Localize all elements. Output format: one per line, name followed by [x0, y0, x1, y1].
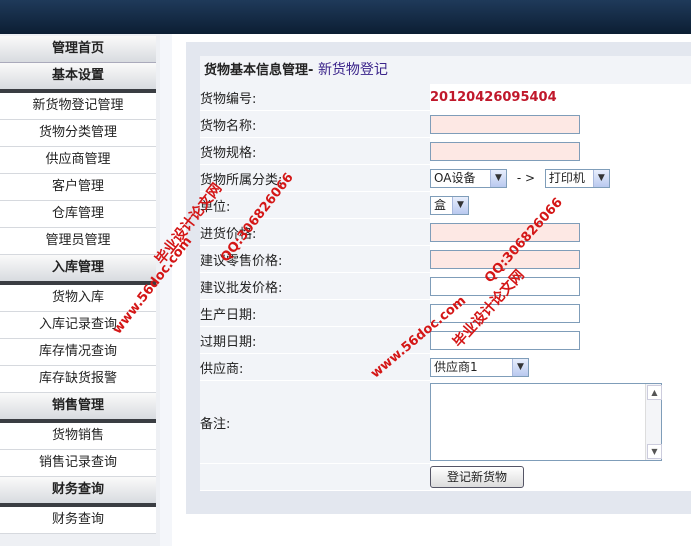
goods-spec-input[interactable]	[430, 141, 580, 161]
unit-select-value: 盒	[434, 197, 447, 212]
sidebar-item-shortage[interactable]: 库存缺货报警	[0, 366, 156, 393]
subcategory-select-value: 打印机	[548, 170, 585, 185]
remark-label: 备注:	[200, 380, 430, 464]
sidebar-item-new-goods[interactable]: 新货物登记管理	[0, 93, 156, 120]
sidebar-item-sale-records[interactable]: 销售记录查询	[0, 450, 156, 477]
category-label: 货物所属分类:	[200, 164, 430, 192]
sidebar-item-admin[interactable]: 管理员管理	[0, 228, 156, 255]
scroll-up-icon[interactable]: ▲	[647, 385, 662, 400]
remark-textarea[interactable]: ▲ ▼	[430, 383, 662, 461]
sidebar-item-category[interactable]: 货物分类管理	[0, 120, 156, 147]
chevron-down-icon: ▼	[490, 169, 506, 187]
form-row-exp-date: 过期日期:	[200, 326, 691, 354]
register-goods-button[interactable]: 登记新货物	[430, 466, 525, 488]
form-row-retail-price: 建议零售价格:	[200, 245, 691, 273]
goods-form: 货物编号: 20120426095404 货物名称: 货物规格: 货物所属分类:…	[200, 84, 691, 491]
chevron-down-icon: ▼	[512, 358, 528, 376]
chevron-down-icon: ▼	[452, 196, 468, 214]
category-select-value: OA设备	[434, 170, 476, 185]
form-row-wholesale-price: 建议批发价格:	[200, 272, 691, 300]
subcategory-select[interactable]: 打印机 ▼	[544, 168, 610, 188]
goods-form-panel: 货物基本信息管理- 新货物登记 货物编号: 20120426095404 货物名…	[200, 56, 691, 491]
panel-subtitle: 新货物登记	[317, 62, 388, 78]
spec-label: 货物规格:	[200, 137, 430, 165]
sidebar-item-supplier[interactable]: 供应商管理	[0, 147, 156, 174]
form-row-code: 货物编号: 20120426095404	[200, 84, 691, 111]
sidebar-section-finance[interactable]: 财务查询	[0, 477, 156, 507]
supplier-select-value: 供应商1	[434, 359, 478, 374]
mfg-date-label: 生产日期:	[200, 299, 430, 327]
panel-title-separator: -	[308, 63, 318, 78]
form-row-remark: 备注: ▲ ▼	[200, 380, 691, 464]
name-label: 货物名称:	[200, 110, 430, 138]
wholesale-price-label: 建议批发价格:	[200, 272, 430, 300]
purchase-price-input[interactable]	[430, 222, 580, 242]
scroll-down-icon[interactable]: ▼	[647, 444, 662, 459]
top-banner	[0, 0, 691, 34]
sidebar-item-goods-sale[interactable]: 货物销售	[0, 423, 156, 450]
sidebar-section-basic[interactable]: 基本设置	[0, 63, 156, 93]
panel-title-main: 货物基本信息管理	[204, 63, 309, 78]
main-content: 货物基本信息管理- 新货物登记 货物编号: 20120426095404 货物名…	[186, 42, 691, 514]
sidebar-item-inventory[interactable]: 库存情况查询	[0, 339, 156, 366]
form-row-name: 货物名称:	[200, 110, 691, 138]
remark-scrollbar[interactable]: ▲ ▼	[645, 384, 662, 460]
form-row-supplier: 供应商: 供应商1 ▼	[200, 353, 691, 381]
code-label: 货物编号:	[200, 84, 430, 111]
sidebar: 管理首页 基本设置 新货物登记管理 货物分类管理 供应商管理 客户管理 仓库管理…	[0, 34, 160, 546]
form-row-purchase-price: 进货价格:	[200, 218, 691, 246]
panel-title: 货物基本信息管理- 新货物登记	[200, 56, 691, 84]
category-arrow: - >	[516, 171, 536, 185]
sidebar-section-stock-in[interactable]: 入库管理	[0, 255, 156, 285]
form-row-submit: 登记新货物	[200, 463, 691, 491]
form-row-spec: 货物规格:	[200, 137, 691, 165]
sidebar-item-customer[interactable]: 客户管理	[0, 174, 156, 201]
sidebar-section-sales[interactable]: 销售管理	[0, 393, 156, 423]
unit-label: 单位:	[200, 191, 430, 219]
goods-code-value: 20120426095404	[430, 89, 557, 105]
sidebar-divider	[160, 34, 172, 546]
unit-select[interactable]: 盒 ▼	[430, 195, 469, 215]
chevron-down-icon: ▼	[592, 169, 609, 187]
category-select[interactable]: OA设备 ▼	[430, 168, 507, 188]
sidebar-item-finance[interactable]: 财务查询	[0, 507, 156, 534]
sidebar-home[interactable]: 管理首页	[0, 36, 156, 63]
sidebar-item-warehouse[interactable]: 仓库管理	[0, 201, 156, 228]
supplier-select[interactable]: 供应商1 ▼	[430, 357, 529, 377]
goods-name-input[interactable]	[430, 114, 580, 134]
